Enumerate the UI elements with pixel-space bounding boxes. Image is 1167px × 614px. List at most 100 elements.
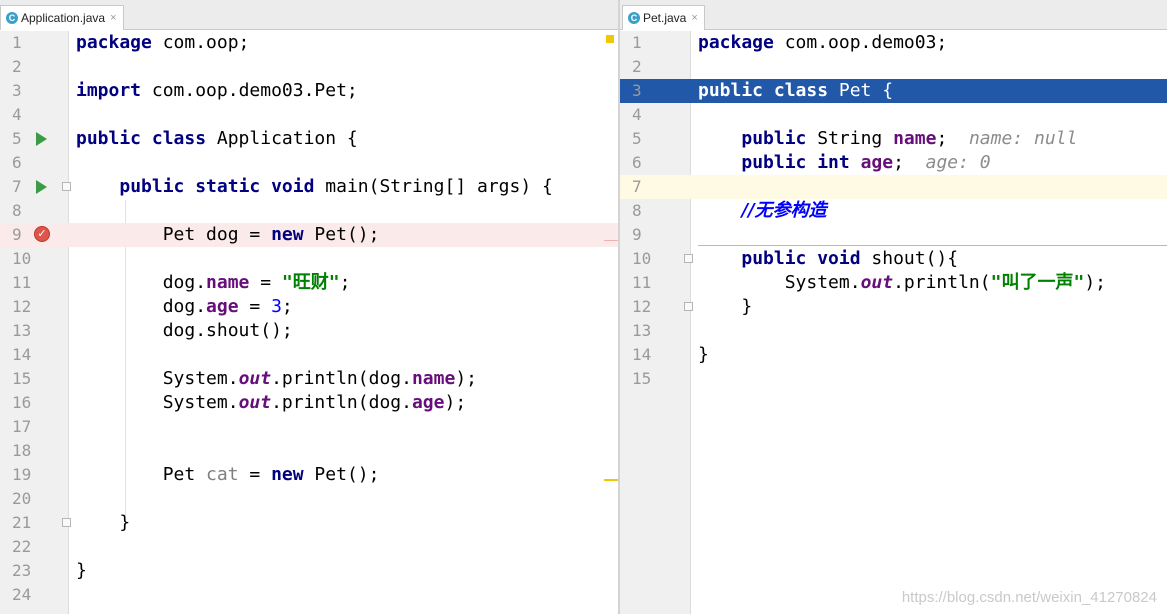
line-number[interactable]: 22 [0,535,42,559]
code-text[interactable]: Pet dog = new Pet(); [76,223,380,247]
code-line[interactable]: 18 [0,439,618,463]
code-line[interactable]: 21 } [0,511,618,535]
code-text[interactable]: Pet cat = new Pet(); [76,463,380,487]
code-text[interactable]: dog.name = "旺财"; [76,271,351,295]
code-text[interactable]: System.out.println("叫了一声"); [698,271,1106,295]
code-text[interactable]: System.out.println(dog.name); [76,367,477,391]
code-text[interactable]: public class Pet { [698,79,893,103]
code-text[interactable]: import com.oop.demo03.Pet; [76,79,358,103]
close-tab-icon[interactable]: × [691,12,697,24]
fold-marker-icon[interactable] [62,518,71,527]
code-text[interactable]: } [76,559,87,583]
code-line[interactable]: 4 [0,103,618,127]
line-number[interactable]: 13 [0,319,42,343]
line-number[interactable]: 4 [0,103,42,127]
code-text[interactable]: } [698,343,709,367]
line-number[interactable]: 3 [0,79,42,103]
code-text[interactable]: public String name; name: null [698,127,1077,151]
line-number[interactable]: 24 [0,583,42,607]
code-line[interactable]: 8 //无参构造 [620,199,1167,223]
code-line[interactable]: 12 dog.age = 3; [0,295,618,319]
code-line[interactable]: 19 Pet cat = new Pet(); [0,463,618,487]
code-line[interactable]: 3 import com.oop.demo03.Pet; [0,79,618,103]
code-line[interactable]: 14} [620,343,1167,367]
code-line[interactable]: 8 [0,199,618,223]
line-number[interactable]: 1 [620,31,662,55]
code-line[interactable]: 23} [0,559,618,583]
code-line[interactable]: 13 [620,319,1167,343]
code-line[interactable]: 4 [620,103,1167,127]
line-number[interactable]: 11 [0,271,42,295]
fold-marker-icon[interactable] [684,302,693,311]
line-number[interactable]: 8 [0,199,42,223]
line-number[interactable]: 12 [0,295,42,319]
line-number[interactable]: 1 [0,31,42,55]
code-line[interactable]: 12 } [620,295,1167,319]
code-line[interactable]: 3 public class Pet { [620,79,1167,103]
fold-marker-icon[interactable] [62,182,71,191]
line-number[interactable]: 5 [620,127,662,151]
line-number[interactable]: 10 [620,247,662,271]
line-number[interactable]: 6 [620,151,662,175]
code-line[interactable]: 5 public class Application { [0,127,618,151]
code-line[interactable]: 16 System.out.println(dog.age); [0,391,618,415]
code-line[interactable]: 24 [0,583,618,607]
line-number[interactable]: 12 [620,295,662,319]
fold-marker-icon[interactable] [684,254,693,263]
line-number[interactable]: 10 [0,247,42,271]
line-number[interactable]: 9 [620,223,662,247]
line-number[interactable]: 7 [620,175,662,199]
line-number[interactable]: 16 [0,391,42,415]
code-line[interactable]: 14 [0,343,618,367]
run-gutter-icon[interactable] [36,132,47,146]
code-line[interactable]: 6 public int age; age: 0 [620,151,1167,175]
code-line[interactable]: 11 System.out.println("叫了一声"); [620,271,1167,295]
code-text[interactable]: } [698,295,752,319]
code-text[interactable]: public static void main(String[] args) { [76,175,553,199]
code-text[interactable]: //无参构造 [698,199,826,223]
code-line[interactable]: 2 [620,55,1167,79]
line-number[interactable]: 8 [620,199,662,223]
code-text[interactable]: } [76,511,130,535]
code-line[interactable]: 9 ✓ Pet dog = new Pet(); [0,223,618,247]
line-number[interactable]: 2 [0,55,42,79]
line-number[interactable]: 15 [0,367,42,391]
code-line[interactable]: 17 [0,415,618,439]
code-line[interactable]: 2 [0,55,618,79]
code-line[interactable]: 13 dog.shout(); [0,319,618,343]
line-number[interactable]: 14 [0,343,42,367]
code-text[interactable]: System.out.println(dog.age); [76,391,466,415]
inspection-status-icon[interactable] [606,35,614,43]
tab-pet-java[interactable]: C Pet.java × [622,5,705,30]
editor-pane-pet[interactable]: C Pet.java × 1 package com.oop.demo03; 2 3 p… [620,0,1167,614]
code-text[interactable]: public void shout(){ [698,247,958,271]
code-line[interactable]: 15 System.out.println(dog.name); [0,367,618,391]
code-line[interactable]: 7 public static void main(String[] args)… [0,175,618,199]
code-line[interactable]: 11 dog.name = "旺财"; [0,271,618,295]
line-number[interactable]: 2 [620,55,662,79]
line-number[interactable]: 6 [0,151,42,175]
code-line[interactable]: 10 [0,247,618,271]
line-number[interactable]: 20 [0,487,42,511]
line-number[interactable]: 4 [620,103,662,127]
code-text[interactable]: package com.oop.demo03; [698,31,947,55]
breakpoint-icon[interactable]: ✓ [34,226,50,242]
code-line[interactable]: 1 package com.oop.demo03; [620,31,1167,55]
line-number[interactable]: 14 [620,343,662,367]
line-number[interactable]: 18 [0,439,42,463]
code-line[interactable]: 1 package com.oop; [0,31,618,55]
line-number[interactable]: 17 [0,415,42,439]
code-line[interactable]: 5 public String name; name: null [620,127,1167,151]
code-text[interactable]: dog.shout(); [76,319,293,343]
line-number[interactable]: 3 [620,79,662,103]
code-text[interactable]: package com.oop; [76,31,249,55]
code-line[interactable]: 15 [620,367,1167,391]
line-number[interactable]: 11 [620,271,662,295]
line-number[interactable]: 23 [0,559,42,583]
line-number[interactable]: 15 [620,367,662,391]
line-number[interactable]: 19 [0,463,42,487]
code-text[interactable]: public class Application { [76,127,358,151]
code-line[interactable]: 9 [620,223,1167,247]
line-number[interactable]: 21 [0,511,42,535]
editor-pane-application[interactable]: C Application.java × 1 package com.oop; 2 3… [0,0,618,614]
